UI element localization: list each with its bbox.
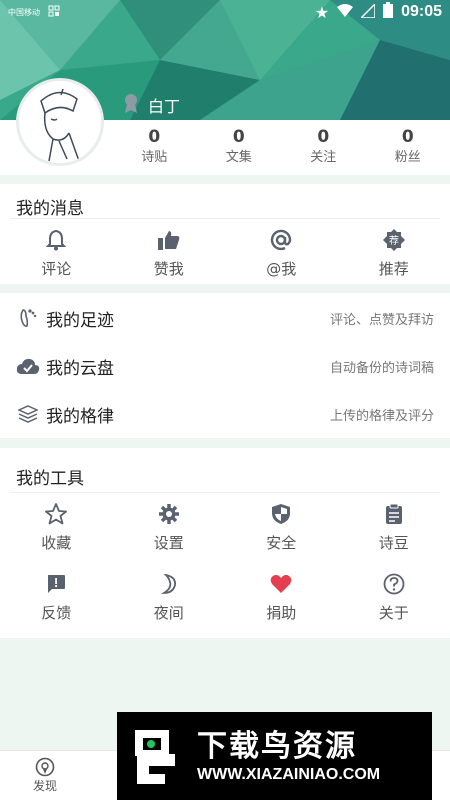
banner-url: WWW.XIAZAINIAO.COM	[197, 766, 381, 783]
cloud-icon	[16, 357, 40, 375]
tool-night-mode[interactable]: 夜间	[113, 572, 226, 623]
link-desc: 评论、点赞及拜访	[329, 312, 434, 328]
tool-donate[interactable]: 捐助	[225, 572, 338, 623]
username-area: 白丁	[122, 92, 180, 118]
at-icon	[225, 228, 338, 252]
gear-icon	[113, 502, 226, 526]
stat-count: 0	[317, 127, 330, 147]
stat-collections[interactable]: 0 文集	[197, 126, 282, 168]
tools-grid-row2: 反馈 夜间 捐助 关于	[0, 572, 450, 623]
tool-label: 诗豆	[378, 534, 409, 552]
link-desc: 上传的格律及评分	[329, 408, 434, 424]
avatar[interactable]	[16, 78, 104, 166]
link-desc: 自动备份的诗词稿	[329, 360, 434, 376]
link-name: 我的足迹	[46, 310, 114, 331]
message-recommend[interactable]: 荐 推荐	[338, 228, 450, 279]
stat-label: 关注	[310, 150, 337, 165]
signal-icon	[359, 1, 376, 22]
divider	[10, 218, 440, 219]
watermark-banner: 下载鸟资源 WWW.XIAZAINIAO.COM	[117, 712, 432, 800]
tools-card: 我的工具 收藏 设置 安全 诗豆 反馈 夜间 捐助 关于	[0, 448, 450, 638]
link-name: 我的云盘	[46, 358, 114, 379]
banner-title: 下载鸟资源	[197, 729, 357, 764]
tool-label: 安全	[266, 534, 297, 552]
tool-security[interactable]: 安全	[225, 502, 338, 553]
star-icon: ★	[314, 2, 330, 22]
poet-portrait-icon	[19, 81, 101, 163]
battery-icon	[383, 2, 394, 22]
link-cloud[interactable]: 我的云盘 自动备份的诗词稿	[0, 342, 450, 390]
footprint-icon	[16, 307, 40, 329]
tool-label: 收藏	[41, 534, 72, 552]
thumbs-up-icon	[113, 228, 226, 252]
stat-count: 0	[401, 127, 414, 147]
divider	[10, 492, 440, 493]
nav-discover[interactable]: 发现	[0, 751, 90, 800]
messages-title: 我的消息	[16, 199, 84, 219]
carrier-text: 中国移动	[8, 7, 40, 17]
tool-feedback[interactable]: 反馈	[0, 572, 113, 623]
status-bar: 中国移动 ★ 09:05	[0, 0, 450, 24]
message-label: @我	[266, 260, 297, 278]
stat-label: 文集	[225, 150, 252, 165]
tool-poetry-beans[interactable]: 诗豆	[338, 502, 450, 553]
shield-icon	[225, 502, 338, 526]
tool-label: 夜间	[153, 604, 184, 622]
wifi-icon	[337, 3, 354, 22]
message-likes[interactable]: 赞我	[113, 228, 226, 279]
message-label: 推荐	[378, 260, 409, 278]
clipboard-icon	[338, 502, 450, 526]
moon-icon	[113, 572, 226, 596]
sim-icon	[48, 5, 60, 19]
tool-favorites[interactable]: 收藏	[0, 502, 113, 553]
messages-card: 我的消息 评论 赞我 @我 荐 推荐	[0, 184, 450, 284]
message-label: 赞我	[153, 260, 184, 278]
link-name: 我的格律	[46, 406, 114, 427]
link-footprints[interactable]: 我的足迹 评论、点赞及拜访	[0, 294, 450, 342]
links-card: 我的足迹 评论、点赞及拜访 我的云盘 自动备份的诗词稿 我的格律 上传的格律及评…	[0, 293, 450, 438]
clock: 09:05	[401, 3, 442, 20]
feedback-icon	[0, 572, 113, 596]
message-comments[interactable]: 评论	[0, 228, 113, 279]
stat-count: 0	[232, 127, 245, 147]
rank-badge-icon	[122, 92, 140, 118]
discover-icon	[0, 757, 90, 777]
link-rules[interactable]: 我的格律 上传的格律及评分	[0, 390, 450, 438]
tools-grid-row1: 收藏 设置 安全 诗豆	[0, 502, 450, 553]
message-mentions[interactable]: @我	[225, 228, 338, 279]
heart-icon	[225, 572, 338, 596]
messages-grid: 评论 赞我 @我 荐 推荐	[0, 228, 450, 279]
help-icon	[338, 572, 450, 596]
recommend-badge-text: 荐	[389, 235, 399, 247]
tools-title: 我的工具	[16, 469, 84, 489]
tool-settings[interactable]: 设置	[113, 502, 226, 553]
stat-poems[interactable]: 0 诗贴	[112, 126, 197, 168]
message-label: 评论	[41, 260, 72, 278]
stat-count: 0	[148, 127, 161, 147]
star-outline-icon	[0, 502, 113, 526]
username[interactable]: 白丁	[148, 93, 180, 117]
nav-label: 发现	[32, 779, 57, 793]
bell-icon	[0, 228, 113, 252]
tool-about[interactable]: 关于	[338, 572, 450, 623]
stat-followers[interactable]: 0 粉丝	[366, 126, 450, 168]
stat-following[interactable]: 0 关注	[281, 126, 366, 168]
tool-label: 设置	[153, 534, 184, 552]
bird-logo-icon	[135, 730, 175, 784]
tool-label: 关于	[378, 604, 409, 622]
tool-label: 捐助	[266, 604, 297, 622]
stat-label: 粉丝	[394, 150, 421, 165]
layers-icon	[16, 404, 40, 424]
stats-row: 0 诗贴 0 文集 0 关注 0 粉丝	[112, 126, 450, 168]
tool-label: 反馈	[41, 604, 72, 622]
recommend-icon: 荐	[338, 228, 450, 252]
stat-label: 诗贴	[141, 150, 168, 165]
